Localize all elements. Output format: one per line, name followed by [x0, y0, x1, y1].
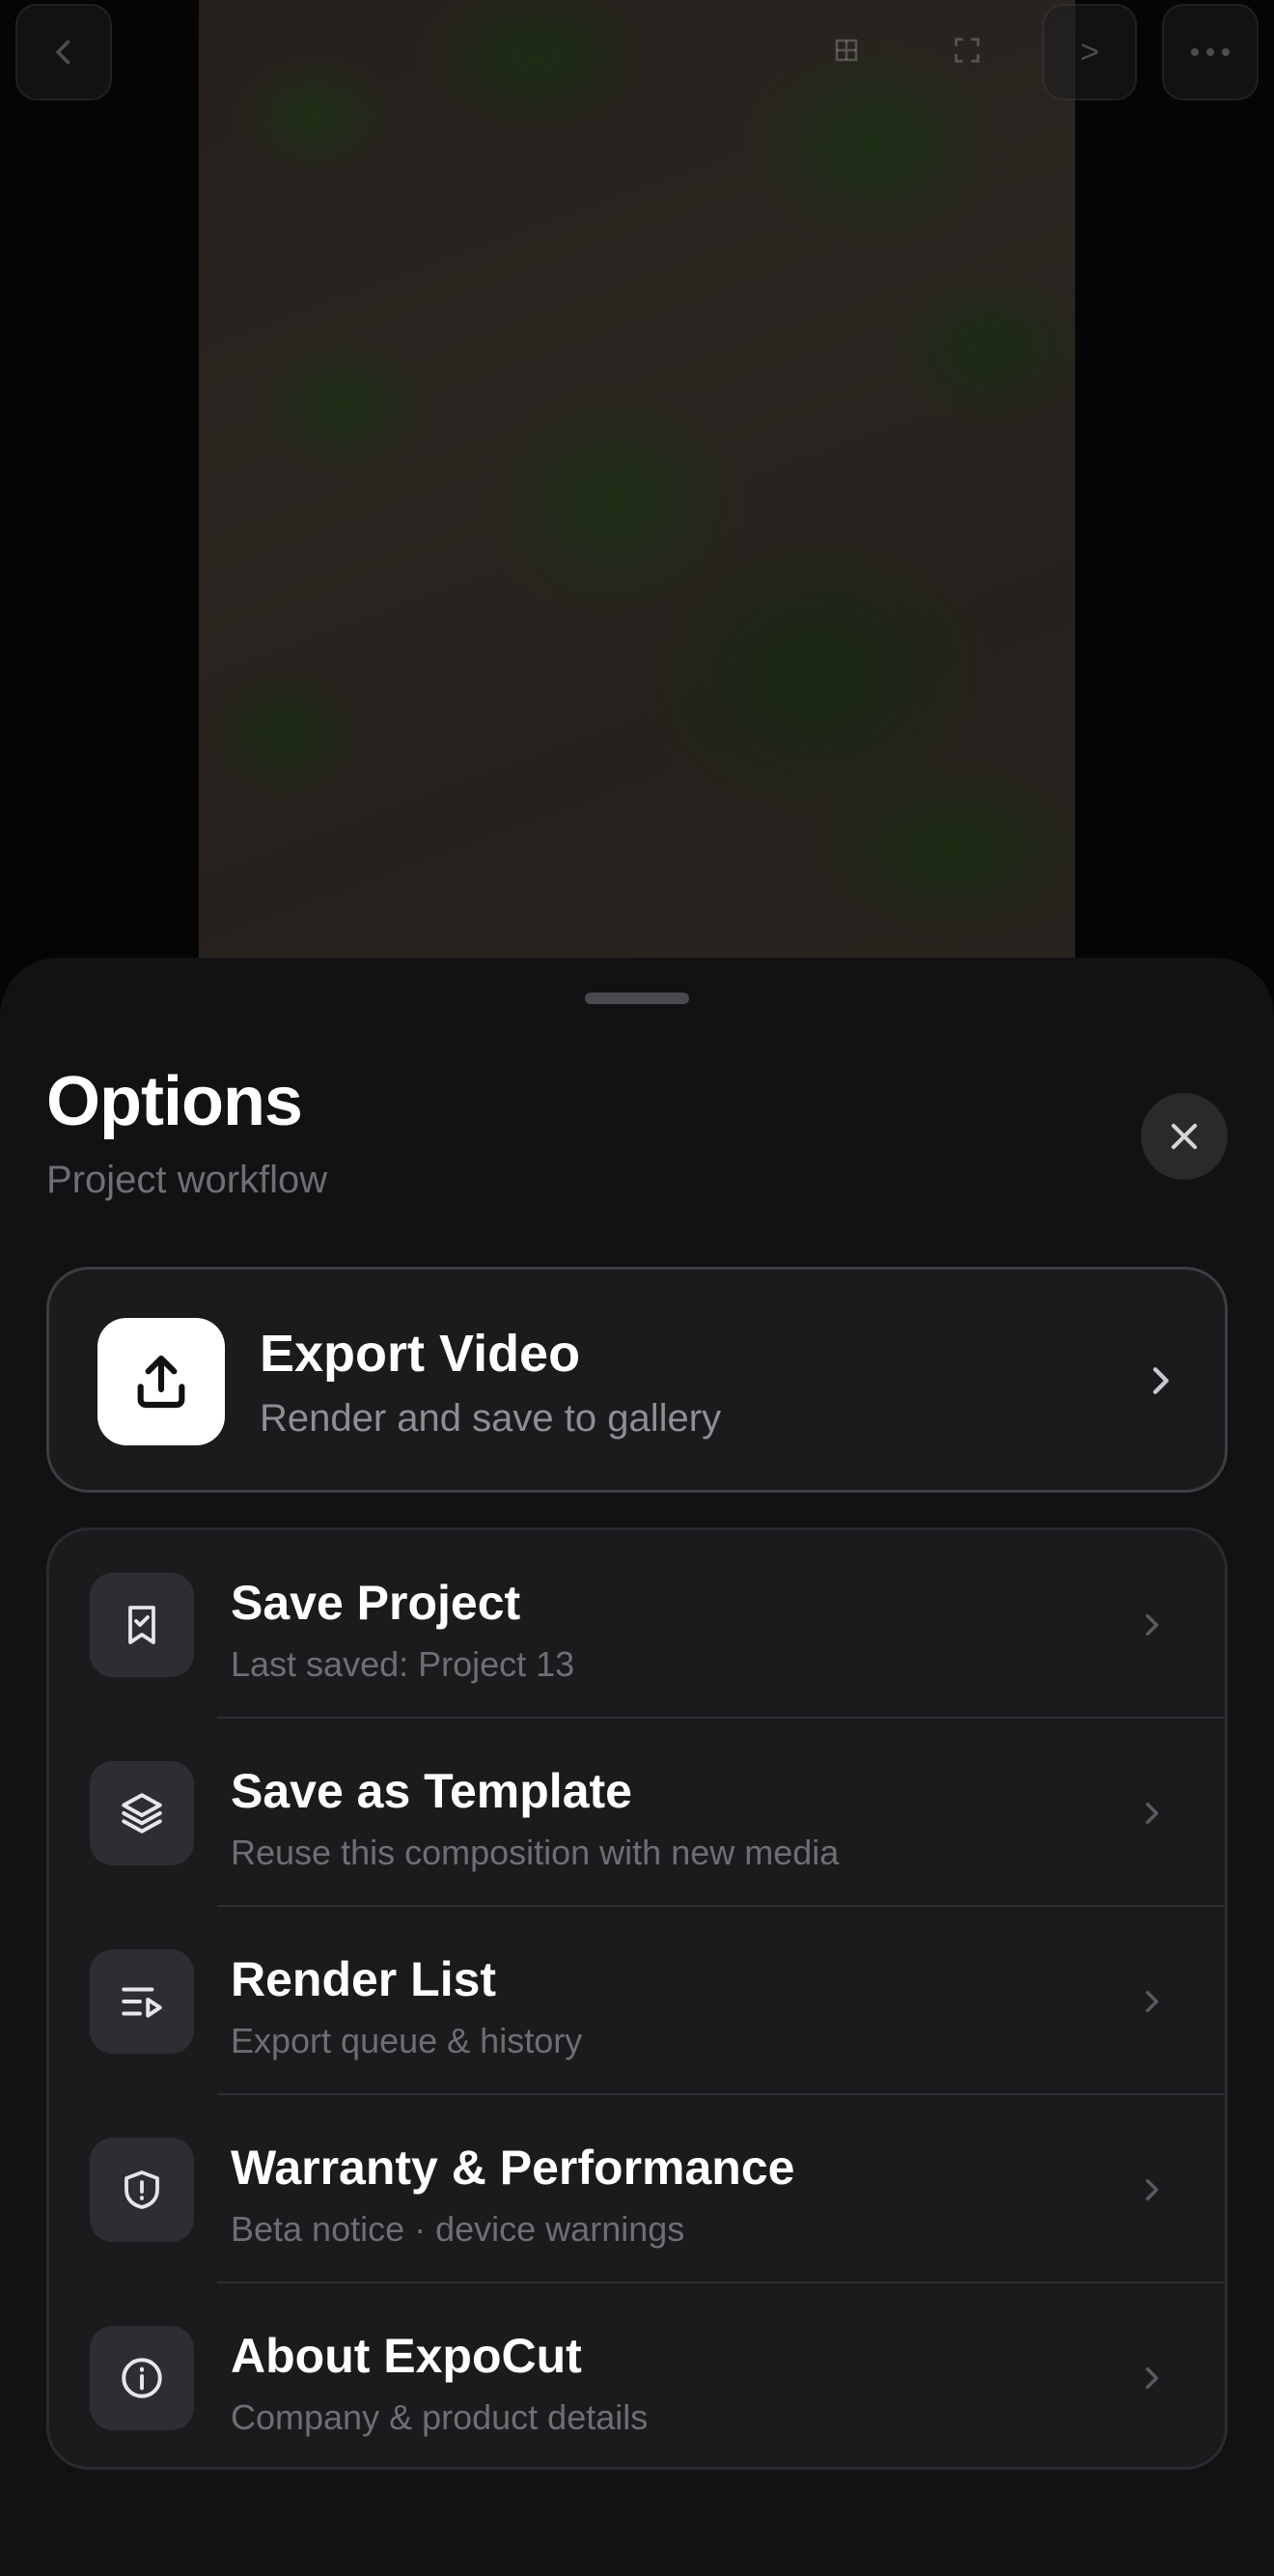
fullscreen-icon[interactable] — [946, 29, 988, 71]
list-item-title: About ExpoCut — [231, 2329, 582, 2383]
chevron-right-icon — [1136, 1357, 1184, 1405]
layers-icon — [90, 1761, 194, 1865]
sheet-drag-handle[interactable] — [585, 993, 689, 1004]
close-button[interactable] — [1141, 1093, 1228, 1180]
list-item-title: Save Project — [231, 1576, 521, 1630]
list-item-subtitle: Reuse this composition with new media — [231, 1833, 840, 1872]
bookmark-check-icon — [90, 1573, 194, 1677]
export-title: Export Video — [260, 1325, 581, 1383]
playlist-icon — [90, 1949, 194, 2054]
list-item-subtitle: Last saved: Project 13 — [231, 1644, 575, 1684]
screen: > Options Project workflow Export Video … — [0, 0, 1274, 2576]
list-item-title: Save as Template — [231, 1764, 632, 1818]
list-item-render-list[interactable]: Render List Export queue & history — [49, 1907, 1225, 2095]
preview-dim-overlay — [199, 0, 1075, 966]
list-item-subtitle: Export queue & history — [231, 2021, 583, 2060]
chevron-right-icon — [1132, 1794, 1171, 1833]
next-button[interactable]: > — [1042, 4, 1137, 100]
sheet-subtitle: Project workflow — [46, 1159, 328, 1201]
info-icon — [90, 2326, 194, 2430]
list-item-save-project[interactable]: Save Project Last saved: Project 13 — [49, 1530, 1225, 1719]
next-button-label: > — [1080, 33, 1099, 70]
list-item-subtitle: Beta notice · device warnings — [231, 2209, 685, 2249]
export-subtitle: Render and save to gallery — [260, 1397, 722, 1440]
chevron-right-icon — [1132, 1982, 1171, 2021]
upload-icon — [97, 1318, 225, 1445]
list-item-about-expocut[interactable]: About ExpoCut Company & product details — [49, 2283, 1225, 2467]
list-item-title: Render List — [231, 1952, 497, 2006]
options-sheet: Options Project workflow Export Video Re… — [0, 958, 1274, 2576]
back-button[interactable] — [15, 4, 112, 100]
video-preview[interactable] — [199, 0, 1075, 966]
close-icon — [1166, 1118, 1203, 1155]
sheet-title: Options — [46, 1063, 303, 1140]
shield-alert-icon — [90, 2138, 194, 2242]
chevron-right-icon — [1132, 1606, 1171, 1644]
list-item-warranty-performance[interactable]: Warranty & Performance Beta notice · dev… — [49, 2095, 1225, 2283]
chevron-right-icon — [1132, 2170, 1171, 2209]
options-list: Save Project Last saved: Project 13 Save… — [46, 1527, 1228, 2470]
chevron-left-icon — [46, 35, 81, 70]
list-item-title: Warranty & Performance — [231, 2141, 795, 2195]
more-button[interactable] — [1162, 4, 1259, 100]
list-item-save-as-template[interactable]: Save as Template Reuse this composition … — [49, 1719, 1225, 1907]
ellipsis-icon — [1189, 46, 1232, 58]
chevron-right-icon — [1132, 2359, 1171, 2397]
export-video-button[interactable]: Export Video Render and save to gallery — [46, 1267, 1228, 1493]
list-item-subtitle: Company & product details — [231, 2397, 649, 2437]
grid-icon[interactable] — [825, 29, 868, 71]
